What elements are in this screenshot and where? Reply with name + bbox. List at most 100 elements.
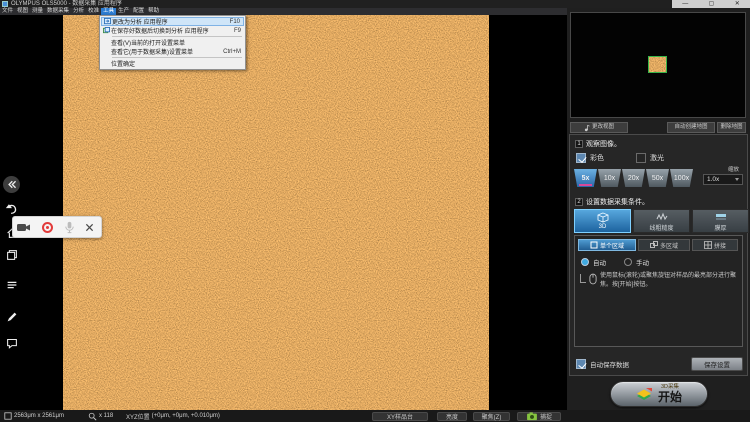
window-controls: — ▢ ✕ <box>672 0 750 8</box>
field-size-value: 2563μm x 2561μm <box>14 413 64 419</box>
magnification-5x-button[interactable]: 5x <box>574 169 597 187</box>
magnification-20x-button[interactable]: 20x <box>622 169 645 187</box>
start-acquisition-button[interactable]: 3D采集 开始 <box>610 381 708 407</box>
menu-item-view-acquisition-settings[interactable]: 查看它(用于数据采集)设置菜单 Ctrl+M <box>101 47 244 56</box>
tab-film-thickness[interactable]: 膜厚 <box>692 209 749 233</box>
copper-texture <box>63 15 489 410</box>
subtab-single-area[interactable]: 单个区域 <box>578 239 636 251</box>
subtab-multi-area-label: 多区域 <box>660 241 678 250</box>
change-view-label: 更改视图 <box>592 123 614 132</box>
color-checkbox-group[interactable]: 彩色 <box>576 153 604 163</box>
menu-item-position-confirm[interactable]: 位置确定 <box>101 59 244 68</box>
menu-item-label: 查看它(用于数据采集)设置菜单 <box>111 47 193 56</box>
stage-position-thumbnail[interactable] <box>648 56 667 73</box>
microscope-live-image[interactable] <box>63 15 489 410</box>
minimize-button[interactable]: — <box>682 0 688 8</box>
multi-area-icon <box>650 241 658 249</box>
status-bar: 2563μm x 2561μm x 118 XYZ位置 (+0μm, +0μm,… <box>0 410 750 422</box>
tab-line-roughness[interactable]: 线粗糙度 <box>633 209 690 233</box>
menu-item-save-then-analyze[interactable]: 在保存好数据后切换到分析 应用程序 F9 <box>101 26 244 35</box>
video-camera-icon <box>16 222 31 233</box>
menu-data-acquisition[interactable]: 数据采集 <box>45 8 71 15</box>
laser-checkbox-group[interactable]: 激光 <box>636 153 664 163</box>
navigation-map[interactable] <box>570 12 746 118</box>
xyz-position-readout: XYZ位置 (+0μm, +0μm, +0.010μm) <box>126 410 220 422</box>
title-bar: OLYMPUS OLS5000 - 数据采集 应用程序 — ▢ ✕ <box>0 0 750 8</box>
menu-view[interactable]: 视图 <box>15 8 30 15</box>
double-chevron-left-icon <box>5 178 18 191</box>
change-view-button[interactable]: 更改视图 <box>570 122 628 133</box>
menu-separator <box>112 36 242 37</box>
undo-button[interactable] <box>3 200 20 217</box>
close-button[interactable]: ✕ <box>735 0 740 8</box>
list-button[interactable] <box>3 276 20 293</box>
tab-3d[interactable]: 3D <box>574 209 631 233</box>
comment-button[interactable] <box>3 334 20 351</box>
area-settings-card: 单个区域 多区域 拼接 自动 手动 <box>574 235 743 347</box>
xy-stage-button[interactable]: XY样品台 <box>372 412 428 421</box>
step-1-badge: 1 <box>575 140 583 148</box>
section-acquire-title: 设置数据采集条件。 <box>586 197 649 207</box>
auto-create-map-button[interactable]: 自动创建地图 <box>667 122 715 133</box>
application-window: OLYMPUS OLS5000 - 数据采集 应用程序 — ▢ ✕ 文件 视图 … <box>0 0 750 422</box>
menu-tools[interactable]: 工具 <box>101 8 116 15</box>
laser-checkbox[interactable] <box>636 153 646 163</box>
film-layers-icon <box>715 211 727 222</box>
video-camera-button[interactable] <box>13 219 33 235</box>
elbow-connector <box>580 274 586 283</box>
color-checkbox[interactable] <box>576 153 586 163</box>
manual-radio[interactable] <box>624 258 632 266</box>
magnification-50x-button[interactable]: 50x <box>646 169 669 187</box>
close-toolbar-button[interactable] <box>79 219 99 235</box>
copy-layers-button[interactable] <box>3 246 20 263</box>
menu-measure[interactable]: 测量 <box>30 8 45 15</box>
single-area-icon <box>590 241 598 249</box>
focus-z-label: 聚焦(Z) <box>482 412 502 421</box>
tab-film-thickness-label: 膜厚 <box>714 223 726 232</box>
capture-toolbar <box>12 216 102 238</box>
magnification-100x-button[interactable]: 100x <box>670 169 693 187</box>
collapse-sidebar-button[interactable] <box>3 176 20 193</box>
menu-calibration[interactable]: 校准 <box>86 8 101 15</box>
menu-item-view-open-settings[interactable]: 查看(V)当前的打开设置菜单 <box>101 38 244 47</box>
undo-icon <box>5 202 19 216</box>
maximize-button[interactable]: ▢ <box>709 0 715 8</box>
menu-analysis[interactable]: 分析 <box>71 8 86 15</box>
focus-z-button[interactable]: 聚焦(Z) <box>473 412 510 421</box>
app-logo-icon <box>2 1 8 7</box>
subtab-stitching-label: 拼接 <box>714 241 726 250</box>
menu-production[interactable]: 生产 <box>116 8 131 15</box>
field-size-readout: 2563μm x 2561μm <box>4 410 64 422</box>
autosave-checkbox[interactable] <box>576 359 586 369</box>
save-settings-button[interactable]: 保存设置 <box>691 357 743 371</box>
camera-icon <box>526 412 538 421</box>
microphone-button-disabled[interactable] <box>59 219 79 235</box>
change-view-icon <box>584 124 590 132</box>
frame-size-icon <box>4 412 12 420</box>
magnification-10x-button[interactable]: 10x <box>598 169 621 187</box>
step-2-badge: 2 <box>575 198 583 206</box>
subtab-multi-area[interactable]: 多区域 <box>638 239 690 251</box>
subtab-stitching[interactable]: 拼接 <box>692 239 738 251</box>
menu-item-shortcut: Ctrl+M <box>223 49 244 55</box>
zoom-dropdown[interactable]: 1.0x <box>703 174 743 185</box>
menu-help[interactable]: 帮助 <box>146 8 161 15</box>
record-button[interactable] <box>37 219 57 235</box>
list-lines-icon <box>5 278 19 292</box>
menu-item-switch-to-analysis[interactable]: 更改为分析 应用程序 F10 <box>101 17 244 26</box>
autosave-label: 自动保存数据 <box>590 359 629 369</box>
capture-button[interactable]: 捕捉 <box>517 412 561 421</box>
zoom-label: 缩放 <box>728 165 739 173</box>
cube-3d-icon <box>597 212 609 223</box>
tab-3d-label: 3D <box>599 224 607 230</box>
delete-map-button[interactable]: 删除地图 <box>717 122 746 133</box>
menu-file[interactable]: 文件 <box>0 8 15 15</box>
magnification-selector: 5x 10x 20x 50x 100x <box>574 169 693 187</box>
menu-configuration[interactable]: 配置 <box>131 8 146 15</box>
annotate-button[interactable] <box>3 308 20 325</box>
chevron-down-icon <box>735 178 739 181</box>
brightness-button[interactable]: 亮度 <box>437 412 467 421</box>
capture-label: 捕捉 <box>540 412 552 421</box>
auto-radio[interactable] <box>581 258 589 266</box>
menu-item-shortcut: F10 <box>230 19 243 25</box>
